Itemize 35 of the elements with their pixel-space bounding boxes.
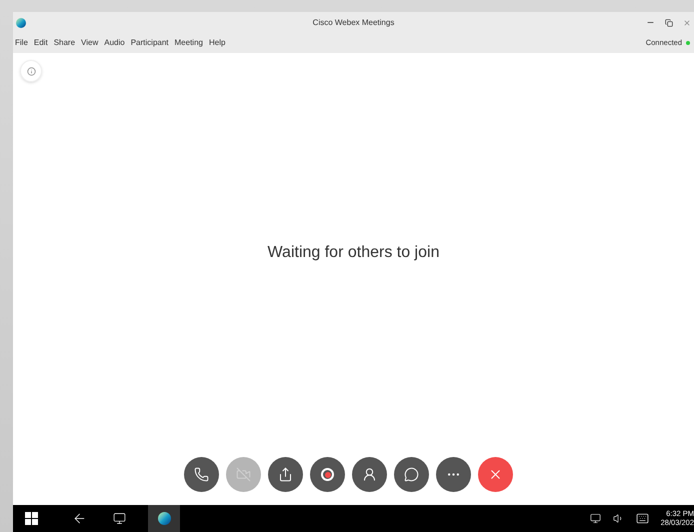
close-icon (488, 467, 503, 482)
menu-item[interactable]: Edit (34, 37, 48, 49)
info-icon (26, 66, 36, 76)
phone-icon (194, 467, 209, 482)
menu-item[interactable]: File (15, 37, 28, 49)
menu-item[interactable]: Meeting (174, 37, 203, 49)
waiting-message: Waiting for others to join (268, 243, 440, 263)
info-button[interactable] (20, 60, 42, 82)
share-icon (278, 467, 293, 482)
menu-item[interactable]: Help (208, 37, 226, 49)
share-button[interactable] (268, 457, 303, 492)
audio-button[interactable] (184, 457, 219, 492)
participants-button[interactable] (352, 457, 387, 492)
record-button[interactable] (310, 457, 345, 492)
restore-icon[interactable] (665, 18, 673, 26)
more-button[interactable] (436, 457, 471, 492)
video-off-icon (236, 467, 251, 482)
back-icon[interactable] (72, 511, 87, 526)
keyboard-icon[interactable] (636, 512, 649, 525)
menu-item[interactable]: Share (54, 37, 76, 49)
leave-button[interactable] (478, 457, 513, 492)
windows-start-icon[interactable] (25, 512, 38, 525)
app-logo-icon (158, 512, 170, 525)
menu-item[interactable]: Participant (130, 37, 169, 49)
close-icon[interactable] (683, 18, 691, 26)
window-title: Cisco Webex Meetings (312, 16, 394, 28)
volume-icon[interactable] (612, 513, 624, 524)
person-icon (362, 467, 377, 482)
app-logo-icon (16, 18, 26, 28)
record-icon (321, 468, 334, 481)
chat-icon (404, 467, 419, 482)
taskbar-app-button[interactable] (148, 505, 180, 532)
menu-item[interactable]: View (81, 37, 98, 49)
chat-button[interactable] (394, 457, 429, 492)
menu-item[interactable]: Audio (104, 37, 125, 49)
